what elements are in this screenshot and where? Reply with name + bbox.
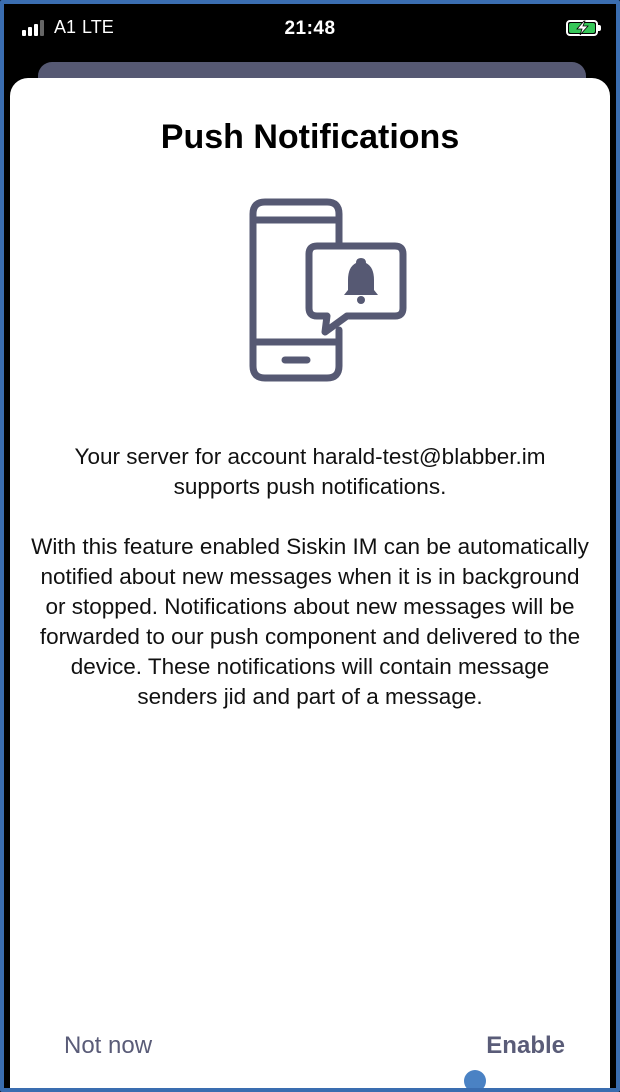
device-screen: A1 LTE 21:48 Push Notifications Your ser…: [0, 0, 620, 1092]
status-time: 21:48: [284, 18, 336, 39]
feature-description-text: With this feature enabled Siskin IM can …: [31, 534, 589, 709]
battery-charging-icon: [566, 20, 601, 36]
dialog-body: Your server for account harald-test@blab…: [30, 442, 590, 712]
phone-notification-bell-icon: [249, 198, 407, 382]
push-notifications-dialog: Push Notifications Your server for accou…: [10, 78, 610, 1088]
dialog-title: Push Notifications: [160, 118, 460, 156]
enable-button[interactable]: Enable: [486, 1032, 565, 1060]
not-now-button[interactable]: Not now: [64, 1032, 152, 1060]
server-support-text: Your server for account harald-test@blab…: [74, 444, 546, 499]
touch-indicator: [464, 1070, 486, 1088]
status-bar: A1 LTE 21:48: [4, 4, 616, 56]
